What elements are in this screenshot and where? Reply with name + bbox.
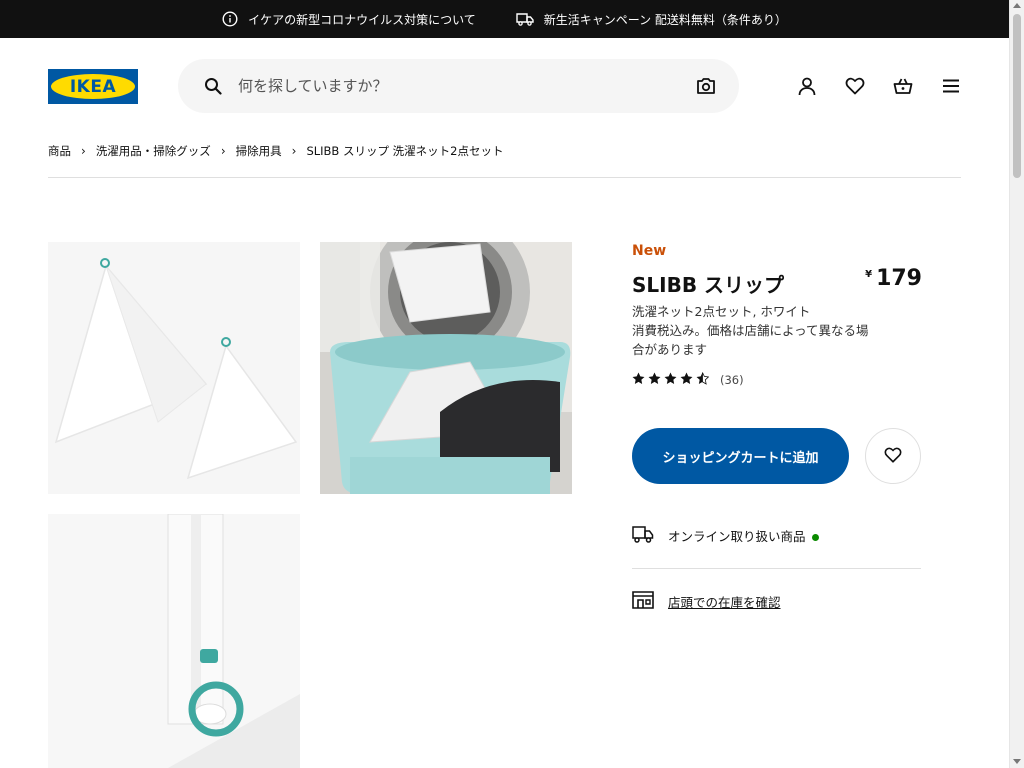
search-bar[interactable] [178, 59, 739, 113]
heart-icon [884, 446, 902, 467]
chevron-right-icon: › [220, 144, 226, 158]
product-name: SLIBB スリップ [632, 273, 785, 297]
divider [632, 568, 921, 569]
rating-count[interactable]: (36) [720, 373, 744, 387]
availability-label: オンライン取り扱い商品 [668, 529, 806, 544]
product-price: ¥ 179 [865, 266, 922, 291]
availability-text: オンライン取り扱い商品 [668, 526, 819, 545]
truck-icon [516, 12, 534, 26]
star-icon [648, 370, 661, 389]
laundry-scene-illustration [320, 242, 572, 494]
star-icon [632, 370, 645, 389]
store-stock-check[interactable]: 店頭での在庫を確認 [632, 590, 781, 613]
chevron-right-icon: › [291, 144, 297, 158]
breadcrumb-item-products[interactable]: 商品 [48, 143, 71, 159]
scroll-up-arrow-icon[interactable] [1013, 3, 1021, 8]
add-to-favorites-button[interactable] [865, 428, 921, 484]
price-currency: ¥ [865, 269, 873, 280]
ikea-logo[interactable]: IKEA [48, 69, 138, 104]
breadcrumb-item-laundry[interactable]: 洗濯用品・掃除グッズ [96, 143, 211, 159]
breadcrumb-current: SLIBB スリップ 洗濯ネット2点セット [306, 144, 504, 158]
star-icon [680, 370, 693, 389]
star-half-icon [696, 370, 710, 389]
chevron-right-icon: › [81, 144, 86, 158]
search-input[interactable] [238, 59, 678, 113]
covid-notice-text: イケアの新型コロナウイルス対策について [248, 12, 476, 27]
top-notice-bar: イケアの新型コロナウイルス対策について 新生活キャンペーン 配送料無料（条件あり… [0, 0, 1009, 38]
availability-status-dot [811, 534, 819, 541]
scroll-down-arrow-icon[interactable] [1013, 759, 1021, 764]
price-value: 179 [876, 266, 922, 291]
add-to-cart-button[interactable]: ショッピングカートに追加 [632, 428, 849, 484]
store-icon [632, 590, 654, 613]
scrollbar-thumb[interactable] [1013, 14, 1021, 178]
breadcrumb-item-cleaning[interactable]: 掃除用具 [236, 143, 282, 159]
user-icon[interactable] [797, 76, 817, 96]
delivery-truck-icon [632, 525, 654, 546]
logo-oval: IKEA [51, 74, 135, 99]
zipper-closeup-illustration [48, 514, 300, 768]
product-variant: 洗濯ネット2点セット, ホワイト [632, 304, 811, 319]
product-image-nets[interactable] [48, 242, 300, 494]
site-header: IKEA [0, 38, 1009, 134]
heart-icon[interactable] [845, 76, 865, 96]
mesh-bags-illustration [54, 258, 298, 480]
page-scrollbar[interactable] [1009, 0, 1024, 768]
campaign-notice-text: 新生活キャンペーン 配送料無料（条件あり） [543, 12, 787, 27]
covid-notice-link[interactable]: イケアの新型コロナウイルス対策について [222, 11, 476, 28]
product-description: 洗濯ネット2点セット, ホワイト 消費税込み。価格は店舗によって異なる場合があり… [632, 302, 872, 359]
check-store-stock-link[interactable]: 店頭での在庫を確認 [668, 592, 781, 611]
price-note: 消費税込み。価格は店舗によって異なる場合があります [632, 323, 869, 357]
campaign-notice-link[interactable]: 新生活キャンペーン 配送料無料（条件あり） [516, 11, 787, 28]
camera-icon[interactable] [696, 76, 716, 100]
rating[interactable]: (36) [632, 370, 744, 389]
bag-icon[interactable] [893, 76, 913, 96]
menu-icon[interactable] [941, 76, 961, 96]
breadcrumb: 商品 › 洗濯用品・掃除グッズ › 掃除用具 › SLIBB スリップ 洗濯ネッ… [48, 143, 503, 159]
info-icon [222, 11, 238, 27]
logo-text: IKEA [69, 76, 117, 97]
online-availability: オンライン取り扱い商品 [632, 525, 819, 546]
divider [48, 177, 961, 178]
product-image-washing-machine[interactable] [320, 242, 572, 494]
new-badge: New [632, 243, 667, 259]
search-icon[interactable] [204, 77, 222, 99]
star-icon [664, 370, 677, 389]
product-image-zipper-detail[interactable] [48, 514, 300, 768]
